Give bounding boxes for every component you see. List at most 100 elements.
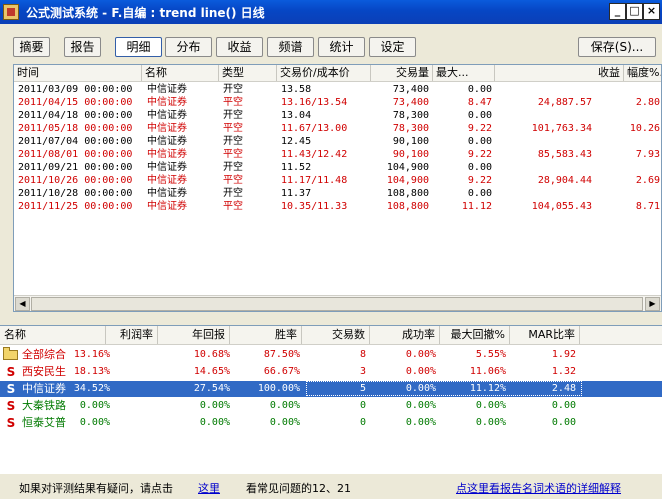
cell-success-rate: 0.00% — [405, 349, 436, 360]
tab-returns[interactable]: 收益 — [216, 37, 263, 57]
table-row[interactable]: 2011/08/01 00:00:00 中信证券 平空 11.43/12.42 90,1… — [14, 148, 661, 161]
cell-volume: 78,300 — [392, 123, 429, 134]
summary-header: 名称 利润率 年回报 胜率 交易数 成功率 最大回撤% MAR比率 — [0, 326, 662, 345]
cell-max-drawdown: 0.00% — [475, 400, 506, 411]
stock-icon: S — [6, 416, 16, 430]
col-mar-ratio[interactable]: MAR比率 — [510, 326, 580, 344]
list-item[interactable]: S 西安民生 18.13% 14.65% 66.67% 3 0.00% 11.06% 1.32 — [0, 364, 662, 380]
cell-max: 11.12 — [461, 201, 492, 212]
table-row[interactable]: 2011/05/18 00:00:00 中信证券 平空 11.67/13.00 78,3… — [14, 122, 661, 135]
cell-win-rate: 66.67% — [263, 366, 300, 377]
col-trade-count[interactable]: 交易数 — [302, 326, 370, 344]
cell-name: 中信证券 — [147, 188, 187, 199]
cell-win-rate: 0.00% — [269, 400, 300, 411]
cell-mar-ratio: 0.00 — [551, 417, 576, 428]
col-max[interactable]: 最大... — [433, 65, 495, 81]
col-annual-return[interactable]: 年回报 — [158, 326, 230, 344]
stock-icon: S — [6, 382, 16, 396]
cell-name: 中信证券 — [147, 110, 187, 121]
tab-spectrum[interactable]: 频谱 — [267, 37, 314, 57]
cell-annual-return: 10.68% — [193, 349, 230, 360]
col-success-rate[interactable]: 成功率 — [370, 326, 440, 344]
save-button[interactable]: 保存(S)... — [578, 37, 656, 57]
cell-name: 中信证券 — [147, 175, 187, 186]
col-max-drawdown[interactable]: 最大回撤% — [440, 326, 510, 344]
col-type[interactable]: 类型 — [219, 65, 277, 81]
app-icon — [3, 4, 19, 20]
minimize-button[interactable]: _ — [609, 3, 626, 20]
cell-name: 中信证券 — [147, 84, 187, 95]
list-item[interactable]: S 中信证券 34.52% 27.54% 100.00% 5 0.00% 11.12% 2.48 — [0, 381, 662, 397]
close-button[interactable]: × — [643, 3, 660, 20]
table-row[interactable]: 2011/11/25 00:00:00 中信证券 平空 10.35/11.33 108,… — [14, 200, 661, 213]
tab-summary[interactable]: 摘要 — [13, 37, 50, 57]
cell-range: 10.26 — [629, 123, 660, 134]
cell-volume: 108,800 — [386, 188, 429, 199]
col-profit-rate[interactable]: 利润率 — [106, 326, 158, 344]
cell-volume: 104,900 — [386, 162, 429, 173]
here-link[interactable]: 这里 — [198, 480, 220, 496]
scroll-right-icon[interactable]: ▶ — [645, 297, 660, 311]
cell-name: 中信证券 — [147, 123, 187, 134]
cell-type: 开空 — [223, 162, 243, 173]
table-row[interactable]: 2011/04/18 00:00:00 中信证券 开空 13.04 78,300 0.00 — [14, 109, 661, 122]
cell-profit-rate: 18.13% — [73, 366, 110, 377]
tab-settings[interactable]: 设定 — [369, 37, 416, 57]
cell-win-rate: 0.00% — [269, 417, 300, 428]
col-price[interactable]: 交易价/成本价 — [277, 65, 371, 81]
cell-time: 2011/10/28 00:00:00 — [18, 188, 133, 199]
title-bar[interactable]: 公式测试系统 - F.自编 : trend line() 日线 _ □ × — [0, 0, 662, 24]
col-profit[interactable]: 收益 — [495, 65, 624, 81]
col-range[interactable]: 幅度%... — [624, 65, 661, 81]
cell-volume: 73,400 — [392, 97, 429, 108]
table-row[interactable]: 2011/10/28 00:00:00 中信证券 开空 11.37 108,800 0.0… — [14, 187, 661, 200]
cell-profit: 101,763.34 — [531, 123, 592, 134]
tab-detail[interactable]: 明细 — [115, 37, 162, 57]
stock-name: 中信证券 — [22, 382, 66, 395]
table-row[interactable]: 2011/07/04 00:00:00 中信证券 开空 12.45 90,100 0.00 — [14, 135, 661, 148]
list-item[interactable]: S 恒泰艾普 0.00% 0.00% 0.00% 0 0.00% 0.00% 0.00 — [0, 415, 662, 431]
tab-report[interactable]: 报告 — [64, 37, 101, 57]
scrollbar-thumb[interactable] — [31, 297, 643, 311]
cell-trade-count: 3 — [359, 366, 366, 377]
cell-profit-rate: 0.00% — [79, 400, 110, 411]
cell-time: 2011/08/01 00:00:00 — [18, 149, 133, 160]
report-terms-link[interactable]: 点这里看报告名词术语的详细解释 — [456, 480, 621, 496]
status-hint: 如果对评测结果有疑问，请点击 — [19, 482, 173, 495]
list-item[interactable]: S 大秦铁路 0.00% 0.00% 0.00% 0 0.00% 0.00% 0.00 — [0, 398, 662, 414]
cell-success-rate: 0.00% — [405, 417, 436, 428]
cell-annual-return: 0.00% — [199, 417, 230, 428]
tab-distribution[interactable]: 分布 — [165, 37, 212, 57]
maximize-button[interactable]: □ — [626, 3, 643, 20]
col-stock-name[interactable]: 名称 — [0, 326, 106, 344]
cell-max: 0.00 — [467, 136, 492, 147]
trade-detail-table[interactable]: 时间 名称 类型 交易价/成本价 交易量 最大... 收益 幅度%... 201… — [13, 64, 662, 312]
cell-profit: 28,904.44 — [537, 175, 592, 186]
summary-table[interactable]: 名称 利润率 年回报 胜率 交易数 成功率 最大回撤% MAR比率 全部综合 13… — [0, 325, 662, 474]
cell-time: 2011/07/04 00:00:00 — [18, 136, 133, 147]
cell-time: 2011/04/15 00:00:00 — [18, 97, 133, 108]
table-row[interactable]: 2011/04/15 00:00:00 中信证券 平空 13.16/13.54 73,4… — [14, 96, 661, 109]
stock-name: 全部综合 — [22, 348, 66, 361]
col-win-rate[interactable]: 胜率 — [230, 326, 302, 344]
cell-name: 中信证券 — [147, 149, 187, 160]
table-row[interactable]: 2011/10/26 00:00:00 中信证券 平空 11.17/11.48 104,… — [14, 174, 661, 187]
cell-max: 0.00 — [467, 84, 492, 95]
stock-icon: S — [6, 365, 16, 379]
cell-name: 中信证券 — [147, 201, 187, 212]
list-item[interactable]: 全部综合 13.16% 10.68% 87.50% 8 0.00% 5.55% 1.92 — [0, 347, 662, 363]
cell-profit: 85,583.43 — [537, 149, 592, 160]
cell-mar-ratio: 1.32 — [551, 366, 576, 377]
cell-type: 开空 — [223, 188, 243, 199]
table-row[interactable]: 2011/09/21 00:00:00 中信证券 开空 11.52 104,900 0.0… — [14, 161, 661, 174]
cell-max: 9.22 — [467, 149, 492, 160]
scroll-left-icon[interactable]: ◀ — [15, 297, 30, 311]
col-time[interactable]: 时间 — [14, 65, 142, 81]
cell-range: 8.71 — [635, 201, 660, 212]
cell-type: 平空 — [223, 97, 243, 108]
horizontal-scrollbar[interactable]: ◀ ▶ — [14, 295, 661, 311]
col-name[interactable]: 名称 — [142, 65, 219, 81]
col-volume[interactable]: 交易量 — [371, 65, 433, 81]
tab-statistics[interactable]: 统计 — [318, 37, 365, 57]
table-row[interactable]: 2011/03/09 00:00:00 中信证券 开空 13.58 73,400 0.00 — [14, 83, 661, 96]
